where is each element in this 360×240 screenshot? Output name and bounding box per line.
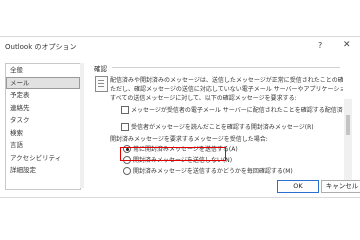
section-title-tracking: 確認: [94, 65, 107, 73]
sidebar-item-mail[interactable]: メール: [6, 76, 80, 89]
read-receipt-checkbox[interactable]: [121, 123, 129, 131]
sidebar-item-search[interactable]: 検索: [6, 127, 80, 140]
sidebar-item-tasks[interactable]: タスク: [6, 114, 80, 127]
mail-options-panel: 確認 配信済みや開封済みのメッセージは、送信したメッセージが正常に受信されたこと…: [88, 59, 343, 185]
title-bar: Outlook のオプション ? ✕: [0, 37, 360, 57]
sidebar-item-language[interactable]: 言語: [6, 139, 80, 152]
read-receipt-label: 受信者がメッセージを読んだことを確認する開封済みメッセージ(R): [131, 124, 314, 131]
ok-button[interactable]: OK: [277, 180, 319, 193]
sidebar-item-general[interactable]: 全般: [6, 64, 80, 77]
scrollbar-thumb[interactable]: [346, 115, 350, 135]
cancel-button[interactable]: キャンセル: [321, 180, 360, 193]
help-icon[interactable]: ?: [318, 41, 322, 50]
section-divider: [112, 67, 340, 68]
highlight-box: [120, 147, 226, 161]
category-sidebar: 全般 メール 予定表 連絡先 タスク 検索 言語 アクセシビリティ 詳細設定: [5, 63, 81, 190]
sidebar-item-contacts[interactable]: 連絡先: [6, 102, 80, 115]
content-scrollbar[interactable]: [344, 99, 352, 189]
outlook-options-dialog: Outlook のオプション ? ✕ 全般 メール 予定表 連絡先 タスク 検索…: [0, 36, 360, 198]
sidebar-item-advanced[interactable]: 詳細設定: [6, 164, 80, 177]
sidebar-item-calendar[interactable]: 予定表: [6, 89, 80, 102]
all-sent-label: すべての送信メッセージに対して、以下の確認メッセージを要求する:: [110, 95, 297, 102]
close-icon[interactable]: ✕: [343, 40, 351, 50]
description-line-1: 配信済みや開封済みのメッセージは、送信したメッセージが正常に受信されたことの確認…: [110, 77, 343, 84]
read-request-label: 開封済みメッセージを要求するメッセージを受信した場合:: [110, 136, 268, 143]
radio-ask-each-time[interactable]: [123, 167, 131, 175]
dialog-title: Outlook のオプション: [5, 43, 77, 51]
radio-ask-each-time-label: 開封済みメッセージを送信するかどうかを毎回確認する(M): [133, 168, 293, 175]
sidebar-item-accessibility[interactable]: アクセシビリティ: [6, 152, 80, 165]
tracking-icon: [95, 76, 108, 92]
delivery-receipt-checkbox[interactable]: [121, 106, 129, 114]
sidebar-scrollbar[interactable]: [80, 63, 84, 188]
description-line-2: ただし、確認メッセージの送信に対応していない電子メール サーバーやアプリケーショ…: [110, 86, 343, 93]
delivery-receipt-label: メッセージが受信者の電子メール サーバーに配信されたことを確認する配信済みメッセ…: [131, 107, 343, 114]
